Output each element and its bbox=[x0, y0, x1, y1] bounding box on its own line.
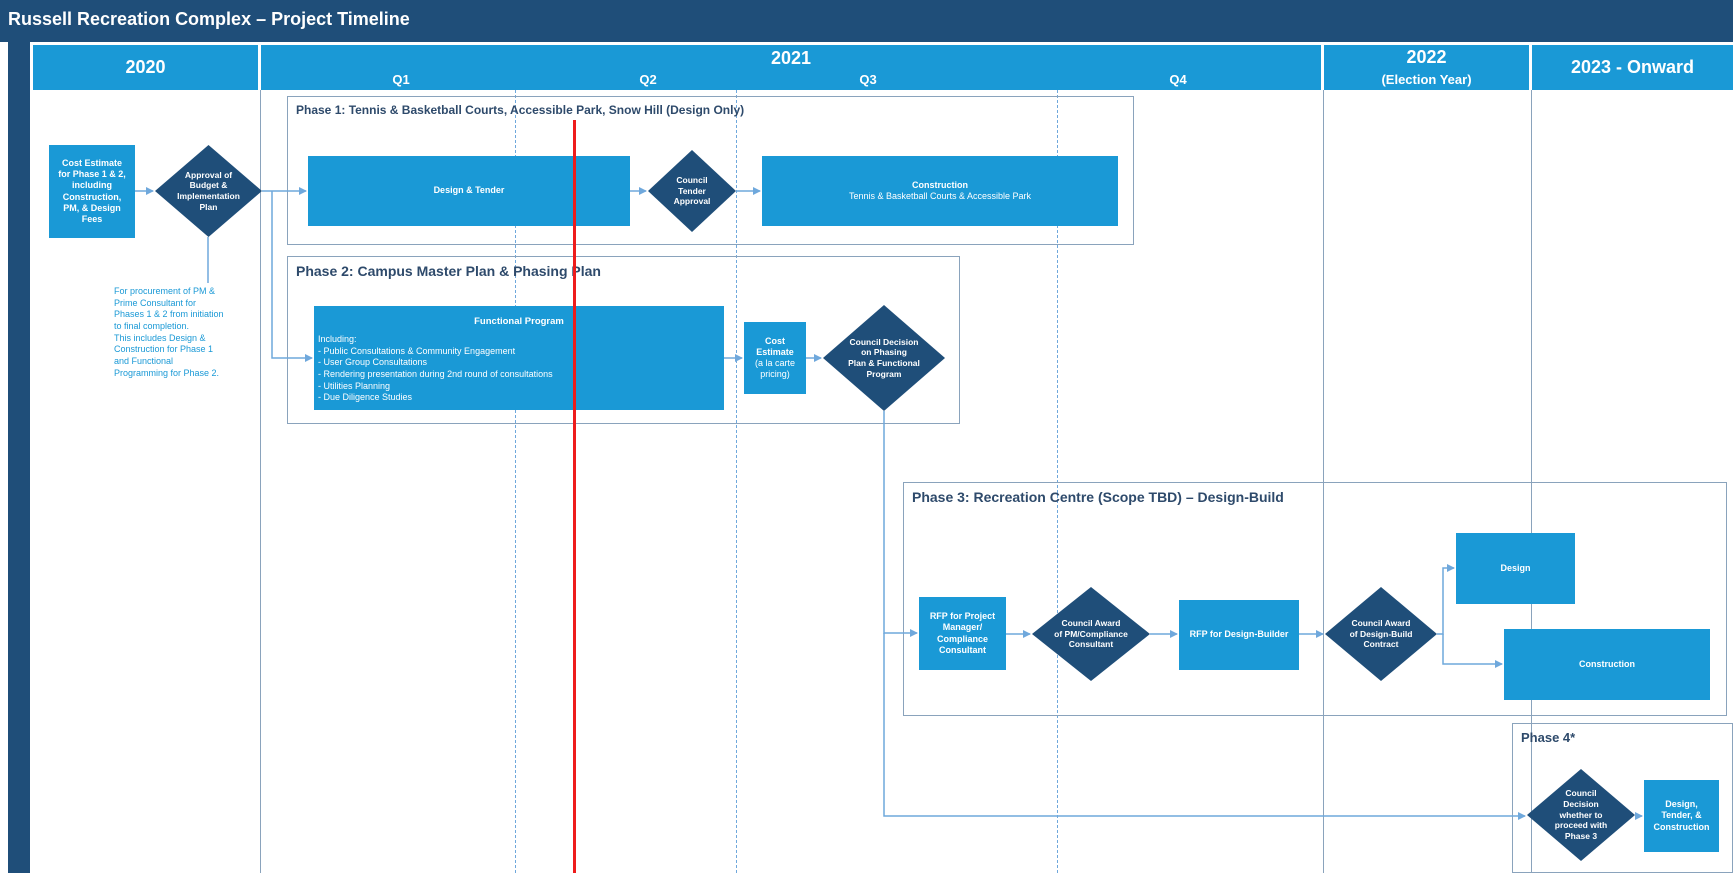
connector-decision-to-rfp-pm bbox=[883, 411, 918, 637]
connector-award-to-design bbox=[1437, 564, 1455, 635]
connector-approval-to-functional-program bbox=[271, 191, 313, 362]
connector-award-to-construction bbox=[1442, 634, 1503, 668]
connector-layer bbox=[135, 187, 1643, 820]
connector-decision-to-phase-4 bbox=[883, 633, 1526, 820]
current-date-marker bbox=[573, 120, 576, 873]
timeline-diagram: Russell Recreation Complex – Project Tim… bbox=[0, 0, 1733, 873]
